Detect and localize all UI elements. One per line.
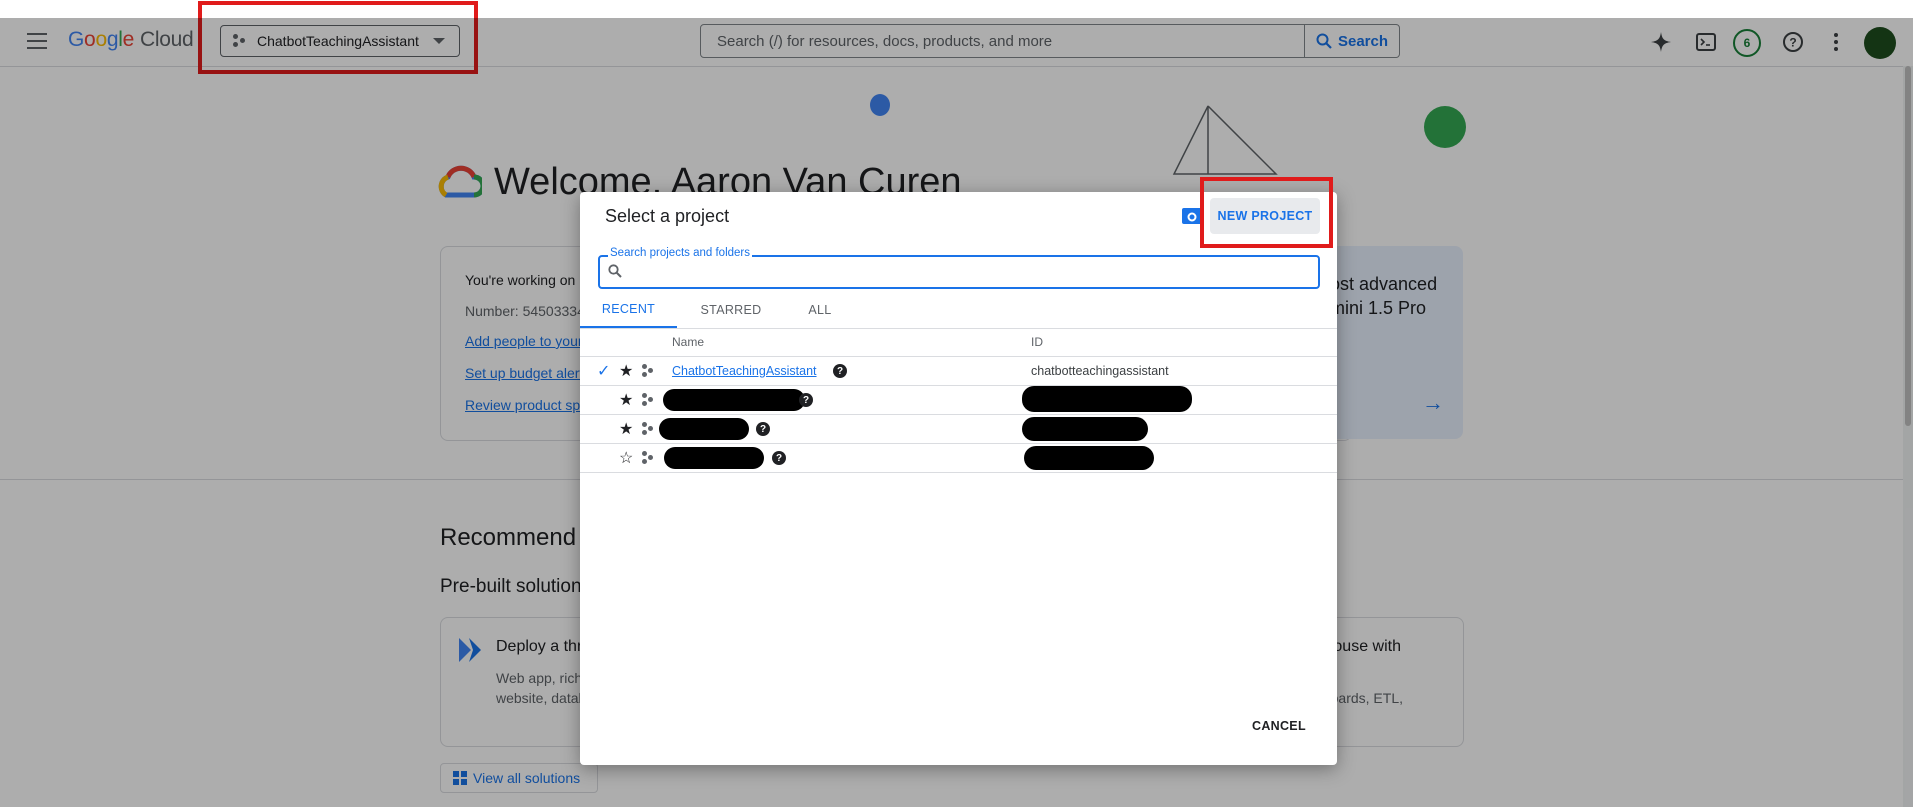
project-icon (642, 415, 656, 443)
tab-all[interactable]: ALL (785, 292, 855, 328)
star-outline-icon[interactable]: ☆ (619, 444, 633, 472)
redacted-project-name (664, 447, 764, 469)
table-row[interactable]: ✓ ★ ChatbotTeachingAssistant ? chatbotte… (580, 357, 1337, 386)
check-icon: ✓ (597, 363, 611, 380)
help-icon[interactable]: ? (772, 451, 786, 465)
manage-resources-icon[interactable] (1182, 208, 1202, 224)
project-icon (642, 357, 656, 385)
tab-recent[interactable]: RECENT (580, 292, 677, 328)
star-icon[interactable]: ★ (619, 386, 633, 414)
project-icon (642, 444, 656, 472)
cancel-button[interactable]: CANCEL (1252, 719, 1306, 733)
table-row[interactable]: ☆ ? (580, 444, 1337, 473)
star-icon[interactable]: ★ (619, 357, 633, 385)
project-icon (642, 386, 656, 414)
page: Google Cloud ChatbotTeachingAssistant Sea… (0, 0, 1913, 807)
project-tabs: RECENT STARRED ALL (580, 292, 1337, 329)
project-id: chatbotteachingassistant (1031, 364, 1169, 378)
dialog-title: Select a project (605, 206, 730, 226)
redacted-project-id (1022, 386, 1192, 412)
table-row[interactable]: ★ ? (580, 386, 1337, 415)
redacted-project-id (1022, 417, 1148, 441)
search-icon (608, 264, 622, 278)
redacted-project-name (659, 418, 749, 440)
annotation-box-new-project (1200, 177, 1333, 248)
help-icon[interactable]: ? (756, 422, 770, 436)
project-name-link[interactable]: ChatbotTeachingAssistant (672, 357, 817, 385)
column-header-id[interactable]: ID (1031, 328, 1043, 356)
help-icon[interactable]: ? (799, 393, 813, 407)
table-header: Name ID (580, 328, 1337, 357)
tab-starred[interactable]: STARRED (677, 292, 785, 328)
search-projects-field[interactable]: Search projects and folders (598, 247, 1320, 289)
star-icon[interactable]: ★ (619, 415, 633, 443)
column-header-name[interactable]: Name (672, 328, 704, 356)
select-project-dialog: Select a project NEW PROJECT Search proj… (580, 192, 1337, 765)
help-icon[interactable]: ? (833, 364, 847, 378)
table-row[interactable]: ★ ? (580, 415, 1337, 444)
redacted-project-id (1024, 446, 1154, 470)
redacted-project-name (663, 389, 805, 411)
search-projects-input[interactable] (628, 260, 1312, 286)
search-projects-label: Search projects and folders (608, 247, 752, 259)
